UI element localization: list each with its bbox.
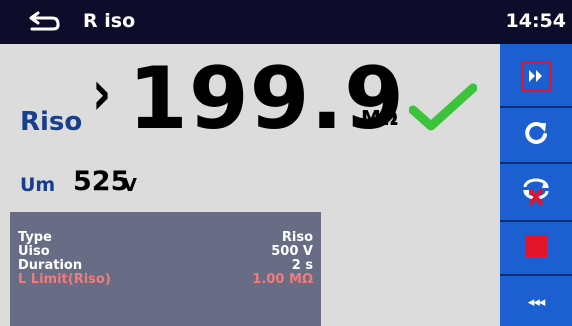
param-value: 1.00 MΩ (252, 272, 313, 287)
param-row-low-limit[interactable]: L Limit(Riso) 1.00 MΩ (18, 273, 313, 287)
param-label: Duration (18, 258, 83, 273)
um-unit: V (123, 175, 137, 196)
param-row-type[interactable]: Type Riso (18, 231, 313, 245)
fast-forward-button[interactable] (500, 54, 572, 98)
param-value: 2 s (291, 258, 313, 273)
um-value: 525 (73, 166, 130, 197)
back-arrow-icon[interactable] (28, 8, 62, 34)
more-options-button[interactable]: ◂◂◂ (500, 278, 572, 326)
param-label: Uiso (18, 244, 50, 259)
stop-icon (525, 235, 547, 257)
param-value: 500 V (271, 244, 313, 259)
loop-cancel-icon (523, 178, 549, 205)
repeat-button[interactable] (500, 110, 572, 154)
redo-icon (525, 121, 547, 144)
um-label: Um (20, 174, 56, 196)
triple-chevron-left-icon: ◂◂◂ (527, 294, 546, 310)
cancel-loop-button[interactable] (500, 166, 572, 214)
divider (500, 106, 572, 108)
divider (500, 162, 572, 164)
parameters-panel: Type Riso Uiso 500 V Duration 2 s L Limi… (10, 212, 321, 326)
riso-greater-than-sign: › (92, 56, 112, 129)
param-row-uiso[interactable]: Uiso 500 V (18, 245, 313, 259)
param-label: L Limit(Riso) (18, 272, 111, 287)
pass-check-icon (409, 83, 477, 131)
divider (500, 274, 572, 276)
title-bar: R iso 14:54 (0, 0, 572, 44)
fast-forward-icon (521, 61, 551, 91)
riso-label: Riso (20, 107, 83, 137)
clock: 14:54 (505, 10, 566, 32)
page-title: R iso (83, 10, 136, 32)
param-value: Riso (281, 230, 313, 245)
stop-button[interactable] (500, 224, 572, 268)
param-row-duration[interactable]: Duration 2 s (18, 259, 313, 273)
action-sidebar: ◂◂◂ (500, 44, 572, 326)
result-panel: Riso › 199.9 MΩ Um 525 V Type Riso Uiso … (0, 44, 500, 326)
riso-unit: MΩ (361, 106, 398, 130)
divider (500, 220, 572, 222)
param-label: Type (18, 230, 52, 245)
